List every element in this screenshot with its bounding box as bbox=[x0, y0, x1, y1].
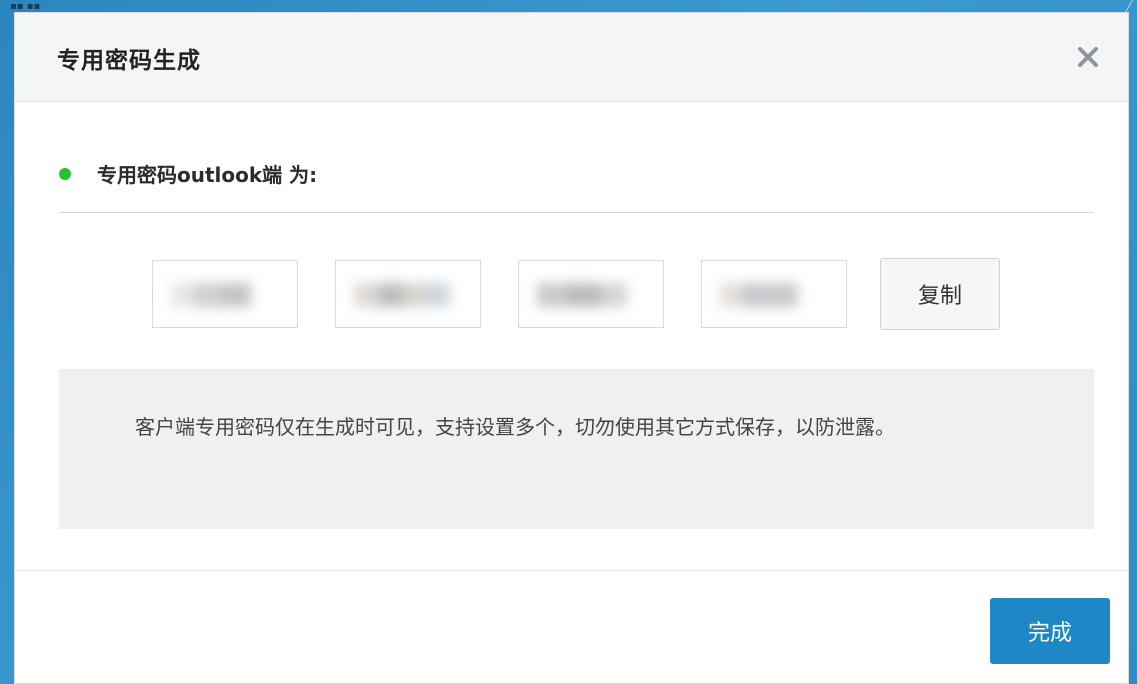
status-dot-icon bbox=[59, 167, 71, 180]
close-button[interactable] bbox=[1068, 37, 1108, 77]
footer-divider bbox=[15, 570, 1128, 571]
close-icon bbox=[1076, 45, 1100, 69]
password-dialog: 专用密码生成 专用密码outlook端 为: 复制 客户端专用密码仅在生成时可见… bbox=[14, 12, 1129, 684]
password-row: 复制 bbox=[152, 258, 1000, 330]
section-label: 专用密码outlook端 为: bbox=[97, 163, 318, 187]
password-segment-1 bbox=[152, 260, 298, 328]
dialog-header: 专用密码生成 bbox=[15, 13, 1128, 102]
password-segment-3 bbox=[518, 260, 664, 328]
notice-text: 客户端专用密码仅在生成时可见，支持设置多个，切勿使用其它方式保存，以防泄露。 bbox=[135, 415, 895, 439]
password-segment-4 bbox=[701, 260, 847, 328]
section-divider bbox=[59, 212, 1094, 213]
password-segment-2 bbox=[335, 260, 481, 328]
dialog-title: 专用密码生成 bbox=[57, 48, 201, 74]
done-button[interactable]: 完成 bbox=[990, 598, 1110, 664]
section-heading: 专用密码outlook端 为: bbox=[59, 159, 317, 188]
copy-button[interactable]: 复制 bbox=[880, 258, 1000, 330]
notice-box: 客户端专用密码仅在生成时可见，支持设置多个，切勿使用其它方式保存，以防泄露。 bbox=[59, 369, 1094, 529]
